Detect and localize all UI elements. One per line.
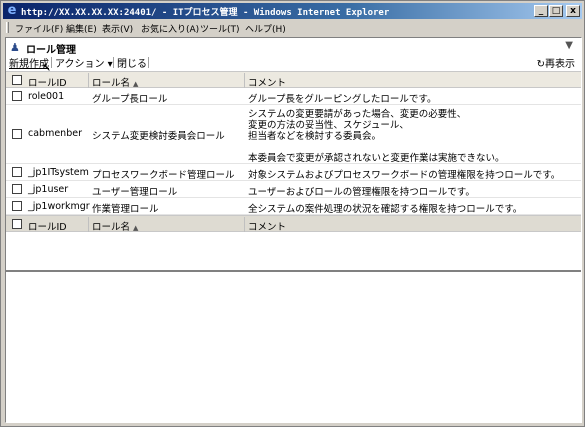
role-comment: ユーザーおよびロールの管理権限を持つロールです。 (248, 187, 475, 198)
row-checkbox[interactable] (12, 91, 22, 101)
menu-bar: ファイル(F) 編集(E) 表示(V) お気に入り(A) ツール(T) ヘルプ(… (3, 20, 582, 35)
column-header-id[interactable]: ロールID (28, 75, 67, 89)
role-name: プロセスワークボード管理ロール (92, 170, 235, 181)
table-row[interactable]: _jp1ITsystem プロセスワークボード管理ロール 対象システムおよびプロ… (6, 164, 581, 181)
window-controls: _ □ x (533, 5, 580, 17)
role-comment-line: 担当者などを検討する委員会。 (248, 131, 382, 142)
column-divider (244, 73, 245, 88)
column-footer-comment[interactable]: コメント (248, 219, 286, 233)
role-name: ユーザー管理ロール (92, 187, 178, 198)
menu-favorites[interactable]: お気に入り(A) (141, 22, 199, 35)
role-table: ロールID ロール名 ▲ コメント role001 グループ長ロール グループ長を… (6, 71, 581, 233)
role-comment: 全システムの案件処理の状況を確認する権限を持つロールです。 (248, 204, 523, 215)
menu-edit[interactable]: 編集(E) (66, 22, 97, 35)
column-footer-name-label: ロール名 (92, 222, 131, 233)
column-divider (88, 73, 89, 88)
action-menu-button[interactable]: アクション ▾ (55, 55, 113, 70)
row-checkbox[interactable] (12, 201, 22, 211)
toolbar-separator (113, 57, 114, 68)
menu-tools[interactable]: ツール(T) (200, 22, 240, 35)
close-page-button[interactable]: 閉じる (117, 55, 147, 70)
column-header-comment[interactable]: コメント (248, 75, 286, 89)
refresh-label: 再表示 (545, 59, 575, 70)
role-id: _jp1user (28, 184, 69, 195)
row-checkbox[interactable] (12, 184, 22, 194)
menu-help[interactable]: ヘルプ(H) (245, 22, 286, 35)
role-id: role001 (28, 91, 65, 102)
toolbar-separator (148, 57, 149, 68)
minimize-button[interactable]: _ (534, 5, 548, 17)
column-divider (244, 217, 245, 232)
table-row[interactable]: _jp1user ユーザー管理ロール ユーザーおよびロールの管理権限を持つロール… (6, 181, 581, 198)
row-checkbox[interactable] (12, 167, 22, 177)
menu-view[interactable]: 表示(V) (102, 22, 133, 35)
role-comment-line: 本委員会で変更が承認されないと変更作業は実施できない。 (248, 153, 505, 164)
refresh-icon: ↻ (536, 59, 545, 70)
page-title: ロール管理 (26, 45, 76, 56)
role-name: システム変更検討委員会ロール (92, 131, 225, 142)
page-header: ♟ ロール管理 ▼ (6, 38, 581, 56)
table-row[interactable]: _jp1workmgr 作業管理ロール 全システムの案件処理の状況を確認する権限… (6, 198, 581, 215)
internet-explorer-icon: e (7, 3, 17, 18)
column-header-name[interactable]: ロール名 ▲ (92, 75, 138, 89)
column-footer-id[interactable]: ロールID (28, 219, 67, 233)
select-all-checkbox-footer[interactable] (12, 219, 22, 229)
menu-grip (6, 22, 9, 33)
table-footer-header: ロールID ロール名 ▲ コメント (6, 215, 581, 233)
role-name: グループ長ロール (92, 94, 168, 105)
row-checkbox[interactable] (12, 129, 22, 139)
action-toolbar: 新規作成 ↖ アクション ▾ 閉じる ↻再表示 (6, 55, 581, 74)
triangle-down-icon[interactable]: ▼ (565, 40, 573, 51)
role-id: cabmenber (28, 128, 82, 139)
refresh-button[interactable]: ↻再表示 (537, 55, 575, 70)
role-comment: グループ長をグルーピングしたロールです。 (248, 94, 437, 105)
close-button[interactable]: x (566, 5, 580, 17)
table-row[interactable]: role001 グループ長ロール グループ長をグルーピングしたロールです。 (6, 88, 581, 105)
role-comment: 対象システムおよびプロセスワークボードの管理権限を持つロールです。 (248, 170, 561, 181)
select-all-checkbox[interactable] (12, 75, 22, 85)
sort-ascending-icon: ▲ (133, 224, 139, 232)
window-title: http://XX.XX.XX.XX:24401/ - ITプロセス管理 - W… (21, 8, 390, 18)
table-row[interactable]: cabmenber システム変更検討委員会ロール システムの変更要請があった場合… (6, 105, 581, 164)
sort-ascending-icon: ▲ (133, 80, 139, 88)
menu-file[interactable]: ファイル(F) (15, 22, 63, 35)
detail-pane (6, 270, 581, 420)
table-header: ロールID ロール名 ▲ コメント (6, 71, 581, 89)
users-icon: ♟ (10, 41, 20, 54)
toolbar-separator (51, 57, 52, 68)
role-id: _jp1workmgr (28, 201, 90, 212)
title-bar: e http://XX.XX.XX.XX:24401/ - ITプロセス管理 -… (3, 3, 582, 19)
column-footer-name[interactable]: ロール名 ▲ (92, 219, 138, 233)
page-content: ♟ ロール管理 ▼ 新規作成 ↖ アクション ▾ 閉じる ↻再表示 ロールID … (5, 37, 582, 423)
column-divider (88, 217, 89, 232)
browser-window: e http://XX.XX.XX.XX:24401/ - ITプロセス管理 -… (0, 0, 585, 427)
role-name: 作業管理ロール (92, 204, 159, 215)
maximize-button[interactable]: □ (549, 5, 563, 17)
role-id: _jp1ITsystem (28, 167, 89, 178)
